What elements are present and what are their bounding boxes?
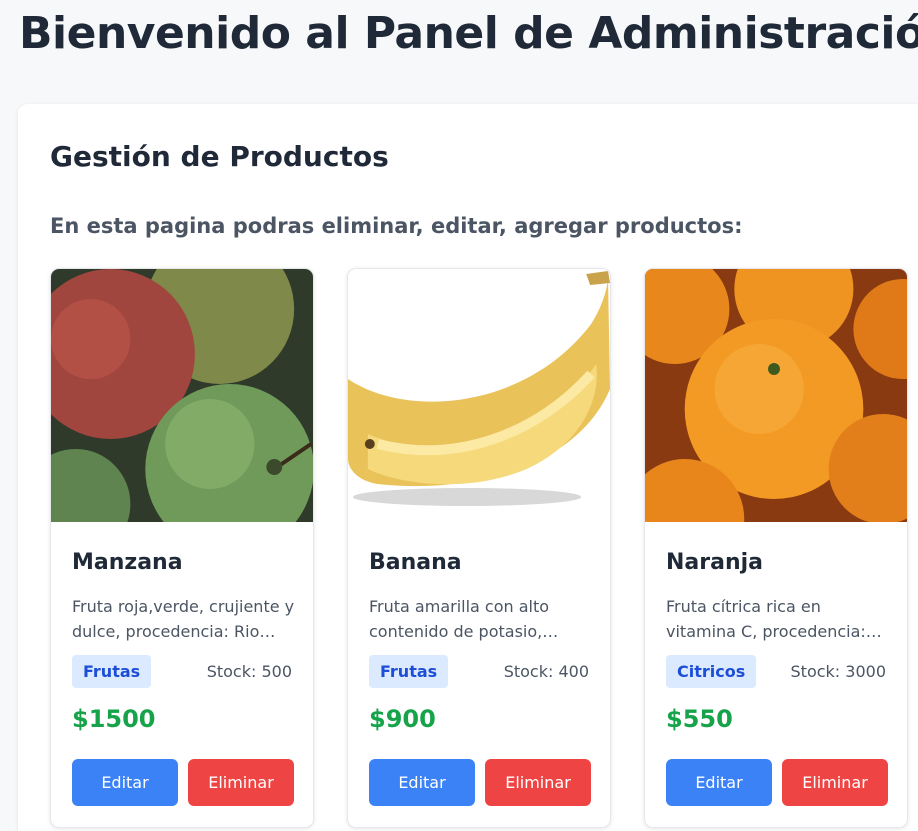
product-description: Fruta amarilla con alto contenido de pot… (369, 597, 550, 641)
edit-button[interactable]: Editar (369, 759, 475, 806)
product-image-manzana (51, 269, 313, 522)
page-title: Bienvenido al Panel de Administración (19, 8, 918, 59)
products-panel: Gestión de Productos En esta pagina podr… (18, 104, 918, 831)
product-price: $550 (666, 705, 733, 733)
category-badge: Frutas (72, 655, 152, 688)
product-image-banana (348, 269, 610, 522)
product-card-manzana: Manzana Fruta roja,verde, crujiente y du… (50, 268, 314, 828)
product-name: Banana (369, 550, 462, 575)
edit-button[interactable]: Editar (72, 759, 178, 806)
product-price: $1500 (72, 705, 156, 733)
section-title: Gestión de Productos (50, 140, 389, 173)
stock-label: Stock: 400 (503, 662, 589, 681)
product-name: Naranja (666, 550, 764, 575)
category-badge: Citricos (666, 655, 757, 688)
delete-button[interactable]: Eliminar (782, 759, 888, 806)
category-badge: Frutas (369, 655, 449, 688)
product-price: $900 (369, 705, 436, 733)
stock-label: Stock: 3000 (790, 662, 886, 681)
product-description: Fruta cítrica rica en vitamina C, proced… (666, 597, 866, 641)
product-card-banana: Banana Fruta amarilla con alto contenido… (347, 268, 611, 828)
edit-button[interactable]: Editar (666, 759, 772, 806)
product-description: Fruta roja,verde, crujiente y dulce, pro… (72, 597, 295, 641)
delete-button[interactable]: Eliminar (485, 759, 591, 806)
section-description: En esta pagina podras eliminar, editar, … (50, 214, 743, 238)
stock-label: Stock: 500 (206, 662, 292, 681)
product-name: Manzana (72, 550, 183, 575)
delete-button[interactable]: Eliminar (188, 759, 294, 806)
product-image-naranja (645, 269, 907, 522)
product-card-naranja: Naranja Fruta cítrica rica en vitamina C… (644, 268, 908, 828)
